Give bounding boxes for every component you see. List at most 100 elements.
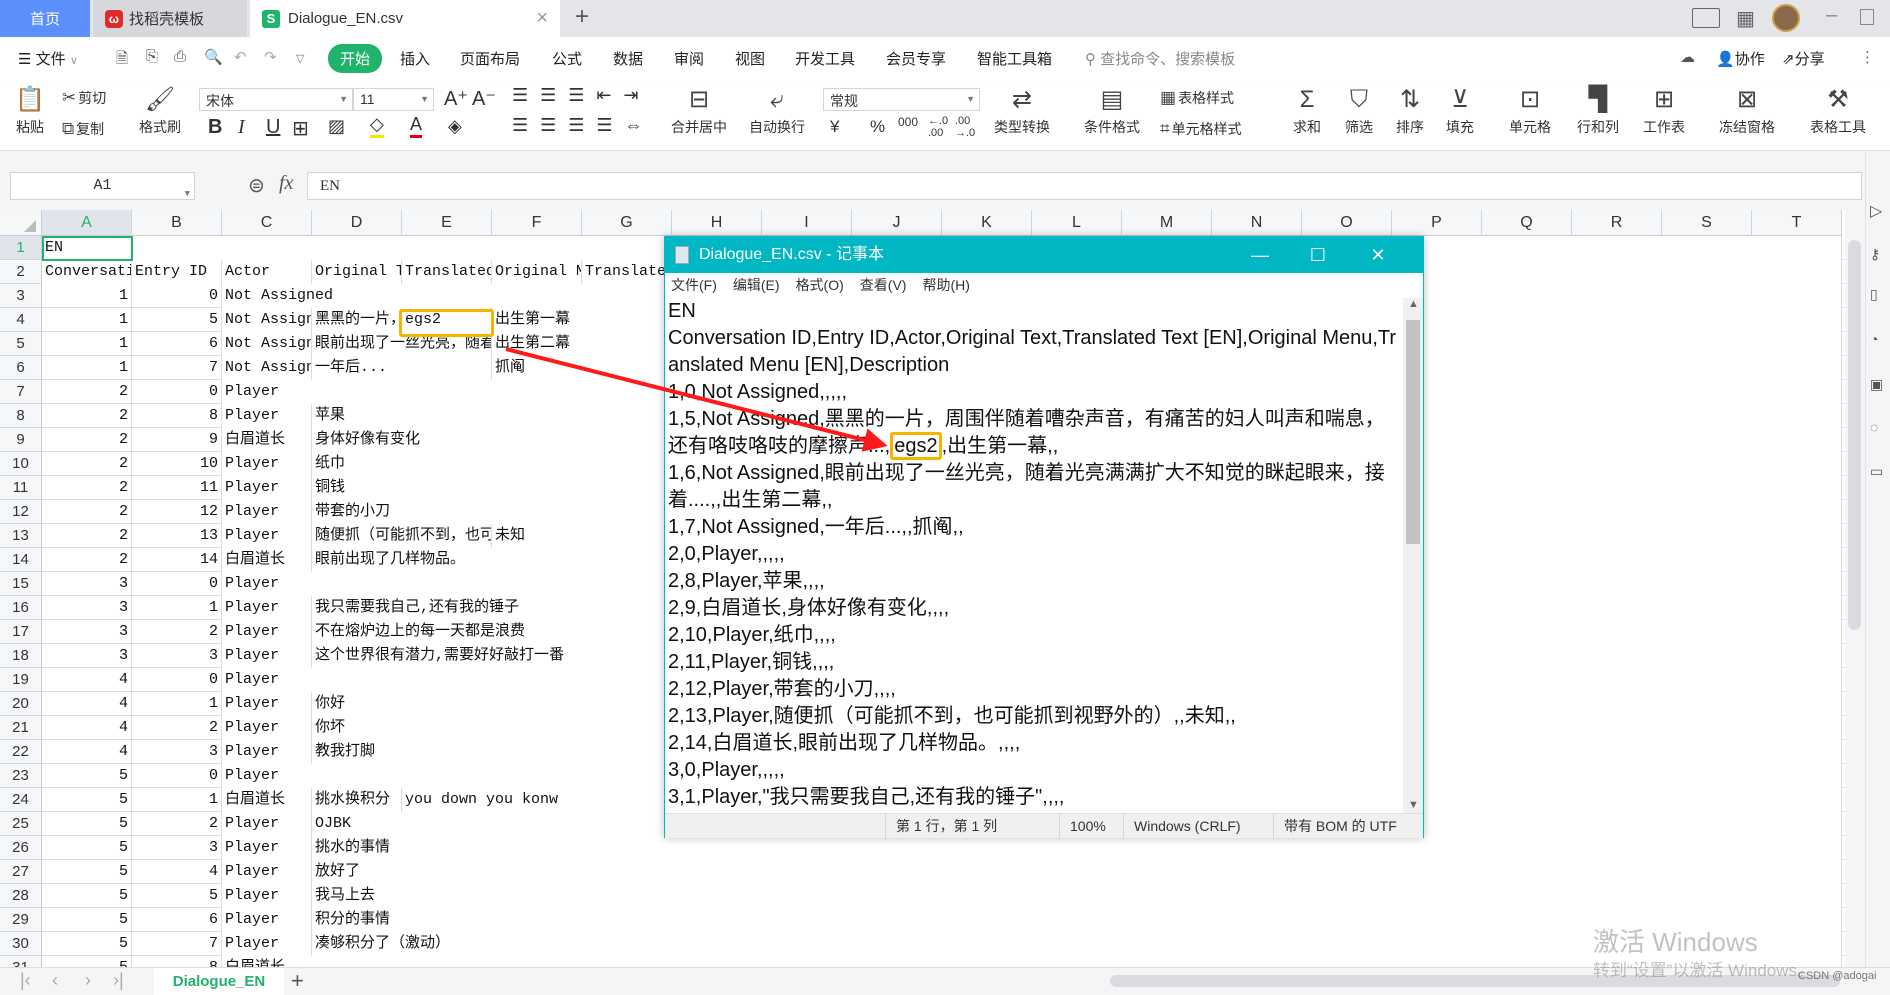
cell-B4[interactable]: 5 bbox=[132, 308, 221, 332]
quick-access-dropdown-icon[interactable]: ▽ bbox=[296, 52, 304, 65]
cell-F2[interactable]: Original Menu bbox=[492, 260, 581, 284]
cell-A13[interactable]: 2 bbox=[42, 524, 131, 548]
column-header-A[interactable]: A bbox=[42, 210, 132, 236]
menu-tab-review[interactable]: 审阅 bbox=[674, 48, 704, 69]
cell-A17[interactable]: 3 bbox=[42, 620, 131, 644]
underline-button[interactable]: U bbox=[266, 116, 280, 139]
row-header-12[interactable]: 12 bbox=[0, 500, 42, 524]
cell-A14[interactable]: 2 bbox=[42, 548, 131, 572]
cell-B26[interactable]: 3 bbox=[132, 836, 221, 860]
column-header-L[interactable]: L bbox=[1032, 210, 1122, 236]
print-icon[interactable]: ⎙ bbox=[174, 48, 186, 65]
notepad-scrollbar[interactable]: ▲ ▼ bbox=[1403, 298, 1423, 813]
clock-icon[interactable]: ◔ bbox=[1870, 331, 1878, 347]
column-header-Q[interactable]: Q bbox=[1482, 210, 1572, 236]
key-icon[interactable]: ⚷ bbox=[1870, 246, 1880, 263]
sum-button[interactable]: Σ 求和 bbox=[1293, 85, 1321, 137]
cell-A19[interactable]: 4 bbox=[42, 668, 131, 692]
row-header-9[interactable]: 9 bbox=[0, 428, 42, 452]
cell-B8[interactable]: 8 bbox=[132, 404, 221, 428]
cell-G2[interactable]: Translated Menu [EN] bbox=[582, 260, 671, 284]
column-header-J[interactable]: J bbox=[852, 210, 942, 236]
notepad-scroll-thumb[interactable] bbox=[1406, 320, 1420, 544]
cell-A11[interactable]: 2 bbox=[42, 476, 131, 500]
cell-B29[interactable]: 6 bbox=[132, 908, 221, 932]
cell-C4[interactable]: Not Assigned bbox=[222, 308, 311, 332]
vertical-scrollbar[interactable] bbox=[1845, 210, 1865, 967]
column-header-O[interactable]: O bbox=[1302, 210, 1392, 236]
cell-B25[interactable]: 2 bbox=[132, 812, 221, 836]
cell-B15[interactable]: 0 bbox=[132, 572, 221, 596]
tablet-mode-icon[interactable] bbox=[1692, 8, 1720, 28]
collab-button[interactable]: 👤协作 bbox=[1716, 48, 1765, 69]
notepad-close-icon[interactable]: ✕ bbox=[1349, 237, 1407, 273]
cell-A25[interactable]: 5 bbox=[42, 812, 131, 836]
cell-C28[interactable]: Player bbox=[222, 884, 311, 908]
document-icon[interactable]: ▭ bbox=[1870, 463, 1883, 480]
cell-B24[interactable]: 1 bbox=[132, 788, 221, 812]
menu-tab-page-layout[interactable]: 页面布局 bbox=[460, 48, 520, 69]
cell-B22[interactable]: 3 bbox=[132, 740, 221, 764]
cell-C6[interactable]: Not Assigned bbox=[222, 356, 311, 380]
tab-dialogue-csv[interactable]: S Dialogue_EN.csv × bbox=[250, 0, 560, 37]
row-header-8[interactable]: 8 bbox=[0, 404, 42, 428]
cell-A28[interactable]: 5 bbox=[42, 884, 131, 908]
column-header-B[interactable]: B bbox=[132, 210, 222, 236]
formula-input[interactable]: EN bbox=[307, 172, 1862, 200]
cell-B21[interactable]: 2 bbox=[132, 716, 221, 740]
cell-C18[interactable]: Player bbox=[222, 644, 311, 668]
tab-template[interactable]: ω 找稻壳模板 bbox=[93, 0, 247, 37]
row-header-19[interactable]: 19 bbox=[0, 668, 42, 692]
cell-C13[interactable]: Player bbox=[222, 524, 311, 548]
notepad-menu-view[interactable]: 查看(V) bbox=[860, 273, 907, 298]
cell-A5[interactable]: 1 bbox=[42, 332, 131, 356]
cell-C5[interactable]: Not Assigned bbox=[222, 332, 311, 356]
row-header-31[interactable]: 31 bbox=[0, 956, 42, 967]
cell-C20[interactable]: Player bbox=[222, 692, 311, 716]
new-tab-button[interactable]: + bbox=[575, 3, 589, 31]
row-header-22[interactable]: 22 bbox=[0, 740, 42, 764]
notepad-menu-format[interactable]: 格式(O) bbox=[796, 273, 844, 298]
cell-C25[interactable]: Player bbox=[222, 812, 311, 836]
cell-A18[interactable]: 3 bbox=[42, 644, 131, 668]
sheet-tab-dialogue-en[interactable]: Dialogue_EN bbox=[154, 968, 284, 995]
menu-tab-insert[interactable]: 插入 bbox=[400, 48, 430, 69]
last-sheet-icon[interactable]: ›| bbox=[113, 970, 124, 991]
cond-format-button[interactable]: ▤ 条件格式 bbox=[1084, 85, 1140, 137]
paste-button[interactable]: 📋 粘贴 bbox=[15, 85, 45, 137]
cell-D28[interactable]: 我马上去 bbox=[312, 884, 1841, 908]
close-tab-icon[interactable]: × bbox=[536, 7, 548, 30]
row-header-5[interactable]: 5 bbox=[0, 332, 42, 356]
image-icon[interactable]: ▣ bbox=[1870, 376, 1883, 393]
column-header-R[interactable]: R bbox=[1572, 210, 1662, 236]
row-header-2[interactable]: 2 bbox=[0, 260, 42, 284]
cell-B18[interactable]: 3 bbox=[132, 644, 221, 668]
column-header-D[interactable]: D bbox=[312, 210, 402, 236]
currency-button[interactable]: ¥ bbox=[830, 117, 839, 137]
notepad-menu-edit[interactable]: 编辑(E) bbox=[733, 273, 780, 298]
row-header-16[interactable]: 16 bbox=[0, 596, 42, 620]
worksheet-button[interactable]: ⊞ 工作表 bbox=[1643, 85, 1685, 137]
increase-font-icon[interactable]: A⁺ bbox=[444, 86, 468, 111]
row-header-20[interactable]: 20 bbox=[0, 692, 42, 716]
cell-D26[interactable]: 挑水的事情 bbox=[312, 836, 1841, 860]
cell-A21[interactable]: 4 bbox=[42, 716, 131, 740]
decrease-decimal-icon[interactable]: .00 →.0 bbox=[955, 115, 975, 139]
save-icon[interactable]: 🗎 bbox=[116, 48, 128, 73]
cell-B9[interactable]: 9 bbox=[132, 428, 221, 452]
cell-B5[interactable]: 6 bbox=[132, 332, 221, 356]
menu-tab-formula[interactable]: 公式 bbox=[552, 48, 582, 69]
font-size-select[interactable]: 11 ▼ bbox=[353, 88, 434, 111]
cell-C2[interactable]: Actor bbox=[222, 260, 311, 284]
row-header-15[interactable]: 15 bbox=[0, 572, 42, 596]
column-header-M[interactable]: M bbox=[1122, 210, 1212, 236]
font-color-icon[interactable]: A bbox=[410, 114, 423, 138]
cell-D2[interactable]: Original Text bbox=[312, 260, 401, 284]
cell-style-button[interactable]: ⌗ 单元格样式 bbox=[1160, 119, 1242, 139]
column-header-P[interactable]: P bbox=[1392, 210, 1482, 236]
cell-C8[interactable]: Player bbox=[222, 404, 311, 428]
table-style-button[interactable]: ▦ 表格样式 bbox=[1160, 88, 1234, 108]
menu-tab-developer[interactable]: 开发工具 bbox=[795, 48, 855, 69]
column-header-S[interactable]: S bbox=[1662, 210, 1752, 236]
cell-C30[interactable]: Player bbox=[222, 932, 311, 956]
